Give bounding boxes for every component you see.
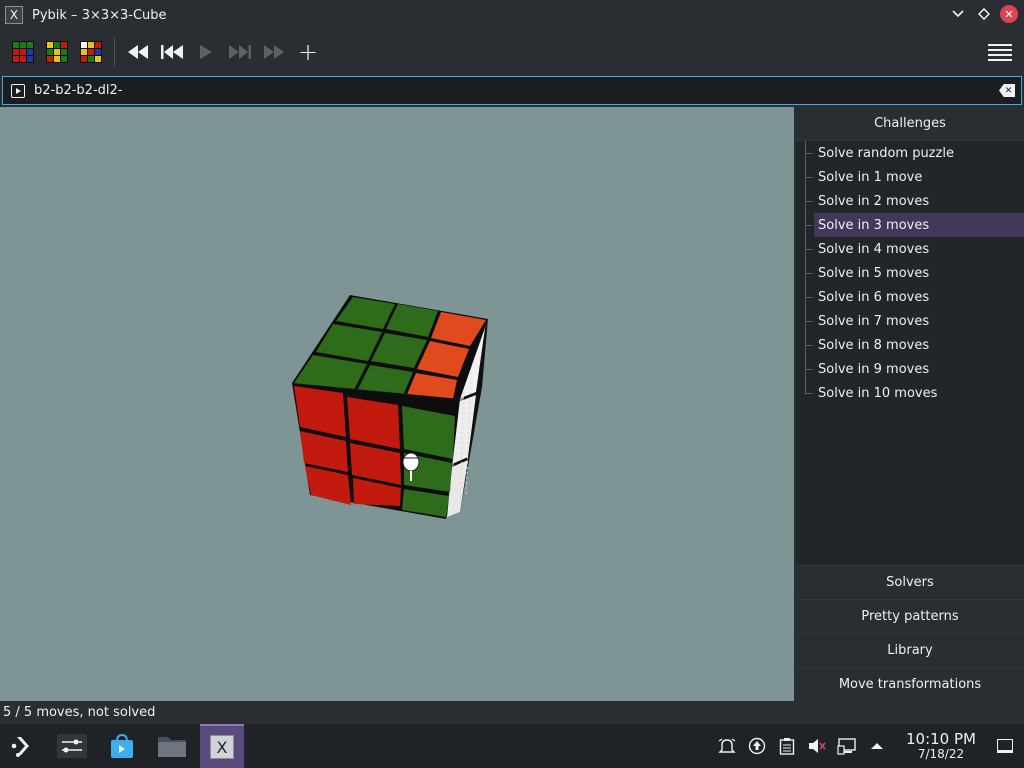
challenge-item[interactable]: Solve in 5 moves [805,261,1024,285]
status-text: 5 / 5 moves, not solved [3,705,156,720]
rewind-button[interactable] [121,35,155,69]
puzzle-type-button[interactable] [74,35,108,69]
show-desktop-icon[interactable] [986,724,1024,768]
move-edit-field [2,76,1022,105]
close-icon[interactable]: ✕ [1000,5,1018,23]
challenges-header[interactable]: Challenges [796,107,1024,141]
challenge-item[interactable]: Solve in 9 moves [805,357,1024,381]
clipboard-icon[interactable] [772,724,802,768]
challenge-item[interactable]: Solve in 4 moves [805,237,1024,261]
window-controls: ✕ [948,4,1018,24]
solvers-section-button[interactable]: Solvers [796,565,1024,599]
forward-button[interactable] [257,35,291,69]
challenge-item[interactable]: Solve in 7 moves [805,309,1024,333]
library-section-button[interactable]: Library [796,633,1024,667]
play-button[interactable] [189,35,223,69]
move-transformations-section-button[interactable]: Move transformations [796,667,1024,701]
skip-previous-icon [161,45,183,59]
challenge-item-selected[interactable]: Solve in 3 moves [805,213,1024,237]
challenges-list: Solve random puzzle Solve in 1 move Solv… [796,141,1024,405]
shopping-bag-icon [111,733,133,758]
pybik-task-button[interactable]: X [200,724,244,768]
cube-mixed-icon [80,41,102,63]
window-title: Pybik – 3×3×3-Cube [32,7,167,23]
toggles-icon [57,734,87,758]
fast-forward-icon [264,45,284,59]
play-icon [200,45,212,59]
clock-time: 10:10 PM [906,729,976,748]
pretty-patterns-section-button[interactable]: Pretty patterns [796,599,1024,633]
cube-3d-render[interactable] [0,107,794,701]
play-moves-icon[interactable] [11,83,25,98]
volume-muted-icon[interactable] [802,724,832,768]
launcher-icon [11,737,29,757]
title-bar: X Pybik – 3×3×3-Cube ✕ [0,0,1024,30]
challenge-item[interactable]: Solve in 6 moves [805,285,1024,309]
toolbar-separator [114,37,115,67]
next-button[interactable] [223,35,257,69]
tray-expand-icon[interactable] [862,724,892,768]
system-tray: 10:10 PM 7/18/22 [712,724,1024,768]
updates-icon[interactable] [742,724,772,768]
clock-date: 7/18/22 [917,746,965,761]
side-panel: Challenges Solve random puzzle Solve in … [796,107,1024,701]
panel-sections: Solvers Pretty patterns Library Move tra… [796,565,1024,701]
challenge-item[interactable]: Solve in 10 moves [805,381,1024,405]
moves-input[interactable] [34,83,934,98]
app-icon: X [5,6,23,24]
new-solved-cube-button[interactable] [6,35,40,69]
cube-random-icon [46,41,68,63]
folder-icon [158,737,186,757]
tree-line [805,141,806,393]
challenge-item[interactable]: Solve in 2 moves [805,189,1024,213]
hamburger-menu-icon[interactable] [988,40,1012,64]
challenge-item[interactable]: Solve in 8 moves [805,333,1024,357]
minimize-icon[interactable] [948,4,968,24]
discover-store-button[interactable] [100,724,144,768]
cube-viewport[interactable] [0,107,794,701]
challenge-item[interactable]: Solve in 1 move [805,165,1024,189]
maximize-icon[interactable] [974,4,994,24]
network-icon[interactable] [832,724,862,768]
pybik-app-icon: X [210,735,234,759]
toolbar: + [0,30,1024,74]
cube-solved-icon [12,41,34,63]
clear-icon[interactable] [999,84,1015,97]
new-random-cube-button[interactable] [40,35,74,69]
application-launcher-button[interactable] [0,724,44,768]
task-switcher-button[interactable] [50,724,94,768]
previous-button[interactable] [155,35,189,69]
taskbar: X 10:10 PM 7/18/22 [0,724,1024,768]
file-manager-button[interactable] [150,724,194,768]
add-mark-button[interactable]: + [291,35,325,69]
plus-icon: + [297,38,319,66]
status-bar: 5 / 5 moves, not solved [0,701,1024,724]
skip-next-icon [229,45,251,59]
notifications-icon[interactable] [712,724,742,768]
rewind-icon [128,45,148,59]
digital-clock[interactable]: 10:10 PM 7/18/22 [896,729,986,761]
challenge-item[interactable]: Solve random puzzle [805,141,1024,165]
